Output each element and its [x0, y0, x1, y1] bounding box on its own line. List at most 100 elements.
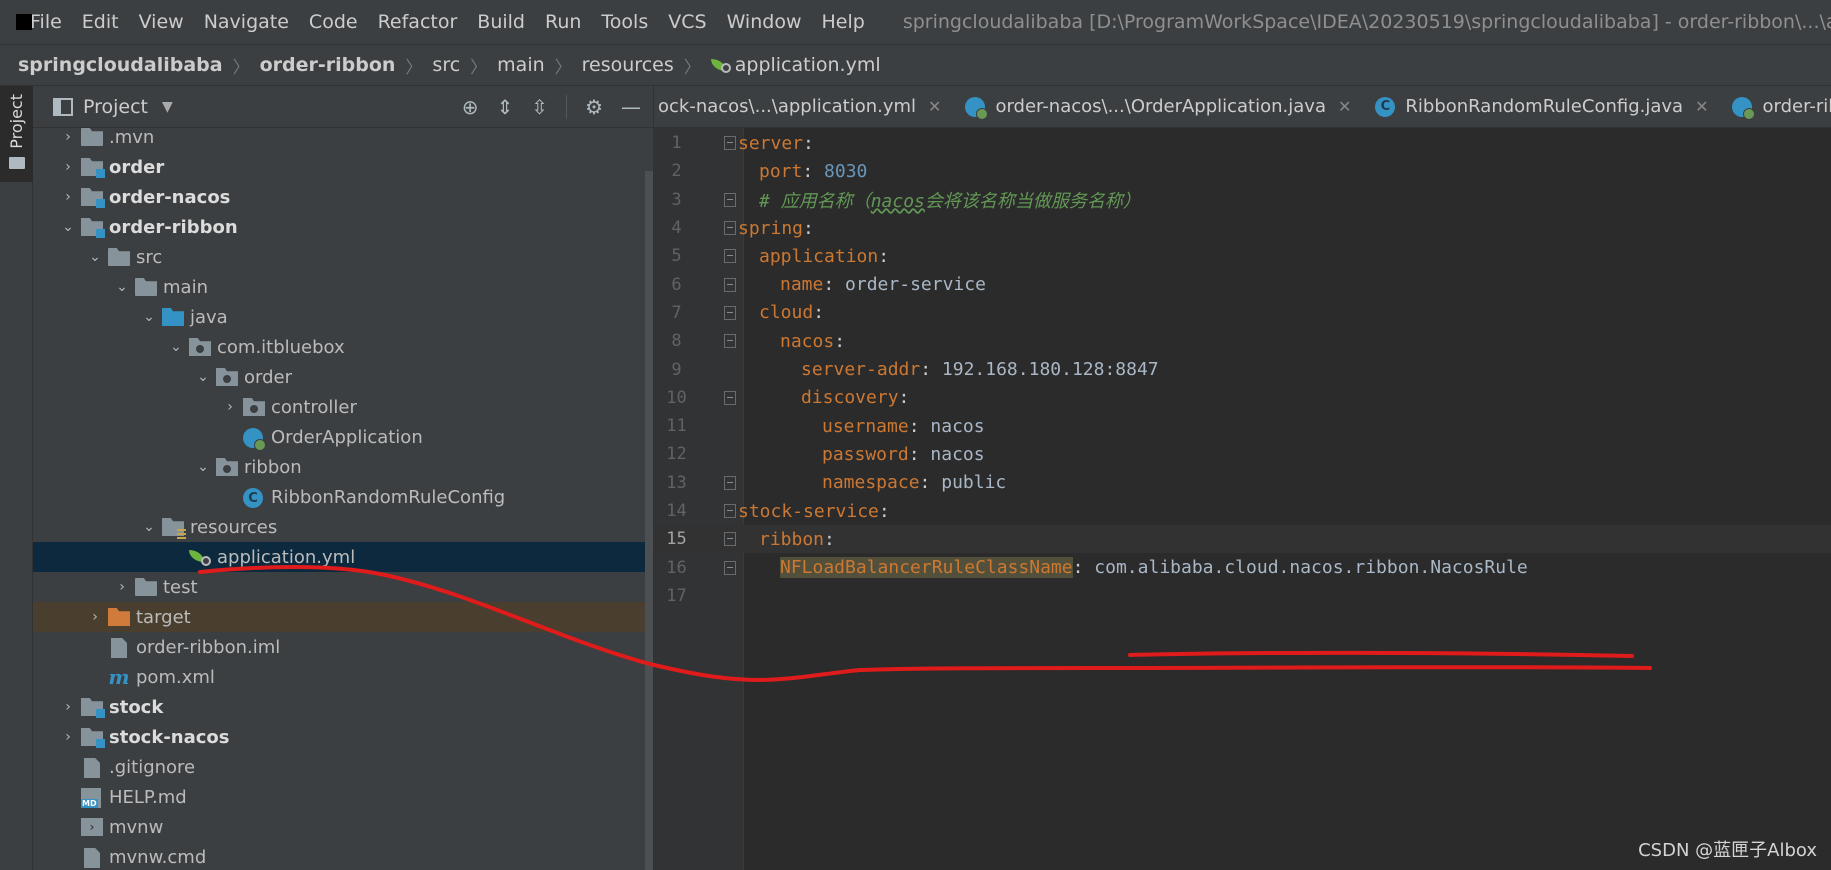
chevron-down-icon[interactable]: ⌄: [190, 459, 216, 475]
editor-tab[interactable]: C RibbonRandomRuleConfig.java ✕: [1363, 86, 1720, 127]
fold-marker-icon[interactable]: [724, 390, 736, 405]
menu-build[interactable]: Build: [467, 11, 535, 33]
tree-item[interactable]: › stock: [33, 692, 653, 722]
chevron-right-icon[interactable]: ›: [82, 609, 108, 625]
close-tab-icon[interactable]: ✕: [928, 97, 941, 116]
chevron-down-icon[interactable]: ⌄: [109, 279, 135, 295]
chevron-right-icon[interactable]: ›: [55, 159, 81, 175]
tree-item[interactable]: › order-nacos: [33, 182, 653, 212]
close-tab-icon[interactable]: ✕: [1695, 97, 1708, 116]
tree-item[interactable]: ⌄ java: [33, 302, 653, 332]
tree-item[interactable]: C RibbonRandomRuleConfig: [33, 482, 653, 512]
menu-help[interactable]: Help: [811, 11, 874, 33]
tree-item[interactable]: › mvnw: [33, 812, 653, 842]
editor-tab[interactable]: order-ribbon: [1720, 86, 1831, 127]
fold-marker-icon[interactable]: [724, 221, 736, 236]
fold-marker-icon[interactable]: [724, 560, 736, 575]
breadcrumb-src[interactable]: src: [432, 54, 460, 76]
tree-item[interactable]: .gitignore: [33, 752, 653, 782]
chevron-down-icon[interactable]: ⌄: [136, 519, 162, 535]
chevron-down-icon[interactable]: ⌄: [82, 249, 108, 265]
expand-all-icon[interactable]: ⇕: [497, 95, 514, 119]
chevron-right-icon[interactable]: ›: [55, 699, 81, 715]
editor-tab[interactable]: ock-nacos\...\application.yml ✕: [654, 86, 953, 127]
menu-vcs[interactable]: VCS: [658, 11, 716, 33]
code-line[interactable]: 9 server-addr: 192.168.180.128:8847: [654, 355, 1831, 383]
chevron-right-icon[interactable]: ›: [55, 129, 81, 145]
code-line[interactable]: 1 server:: [654, 129, 1831, 157]
tree-item[interactable]: › stock-nacos: [33, 722, 653, 752]
code-line[interactable]: 5 application:: [654, 242, 1831, 270]
chevron-right-icon[interactable]: ›: [55, 729, 81, 745]
tree-item[interactable]: m pom.xml: [33, 662, 653, 692]
locate-file-icon[interactable]: ⊕: [462, 95, 479, 119]
editor-tab[interactable]: order-nacos\...\OrderApplication.java ✕: [953, 86, 1363, 127]
fold-marker-icon[interactable]: [724, 249, 736, 264]
menu-view[interactable]: View: [129, 11, 194, 33]
code-area[interactable]: 1 server: 2 port: 8030 3 # 应用名称（nacos会将该名称当做服…: [654, 128, 1831, 870]
fold-marker-icon[interactable]: [724, 277, 736, 292]
code-line[interactable]: 2 port: 8030: [654, 157, 1831, 185]
gear-icon[interactable]: ⚙: [585, 95, 603, 119]
breadcrumb-project[interactable]: springcloudalibaba: [18, 54, 223, 76]
chevron-down-icon[interactable]: ⌄: [190, 369, 216, 385]
chevron-down-icon[interactable]: ⌄: [55, 219, 81, 235]
code-line[interactable]: 3 # 应用名称（nacos会将该名称当做服务名称）: [654, 186, 1831, 214]
code-line[interactable]: 13 namespace: public: [654, 469, 1831, 497]
code-line[interactable]: 16 NFLoadBalancerRuleClassName: com.aliba…: [654, 554, 1831, 582]
tree-item[interactable]: application.yml: [33, 542, 653, 572]
tree-item[interactable]: order-ribbon.iml: [33, 632, 653, 662]
tree-item[interactable]: ⌄ src: [33, 242, 653, 272]
breadcrumb-main[interactable]: main: [497, 54, 544, 76]
chevron-right-icon[interactable]: ›: [55, 189, 81, 205]
tree-item[interactable]: ⌄ resources: [33, 512, 653, 542]
tree-item[interactable]: ⌄ ribbon: [33, 452, 653, 482]
code-line[interactable]: 4 spring:: [654, 214, 1831, 242]
code-line[interactable]: 10 discovery:: [654, 384, 1831, 412]
tree-item[interactable]: ⌄ main: [33, 272, 653, 302]
fold-marker-icon[interactable]: [724, 532, 736, 547]
tree-item[interactable]: ⌄ order-ribbon: [33, 212, 653, 242]
code-line[interactable]: 17: [654, 582, 1831, 610]
tree-item[interactable]: › target: [33, 602, 653, 632]
chevron-down-icon[interactable]: ⌄: [163, 339, 189, 355]
fold-marker-icon[interactable]: [724, 136, 736, 151]
chevron-down-icon[interactable]: ▼: [162, 99, 173, 115]
code-line[interactable]: 12 password: nacos: [654, 440, 1831, 468]
menu-run[interactable]: Run: [535, 11, 591, 33]
project-view-selector[interactable]: Project: [83, 96, 148, 118]
menu-window[interactable]: Window: [717, 11, 812, 33]
project-tool-tab[interactable]: Project: [0, 86, 33, 182]
tree-item[interactable]: › controller: [33, 392, 653, 422]
hide-panel-icon[interactable]: —: [621, 95, 641, 119]
fold-marker-icon[interactable]: [724, 475, 736, 490]
chevron-right-icon[interactable]: ›: [217, 399, 243, 415]
fold-marker-icon[interactable]: [724, 504, 736, 519]
breadcrumb-module[interactable]: order-ribbon: [260, 54, 396, 76]
close-tab-icon[interactable]: ✕: [1338, 97, 1351, 116]
tree-item[interactable]: › test: [33, 572, 653, 602]
code-line[interactable]: 7 cloud:: [654, 299, 1831, 327]
project-tree-scrollbar[interactable]: [645, 171, 653, 870]
chevron-right-icon[interactable]: ›: [109, 579, 135, 595]
menu-edit[interactable]: Edit: [72, 11, 129, 33]
menu-navigate[interactable]: Navigate: [194, 11, 299, 33]
collapse-all-icon[interactable]: ⇳: [531, 95, 548, 119]
breadcrumb-file[interactable]: application.yml: [735, 54, 881, 76]
tree-item[interactable]: ⌄ order: [33, 362, 653, 392]
code-line[interactable]: 6 name: order-service: [654, 271, 1831, 299]
code-line[interactable]: 8 nacos:: [654, 327, 1831, 355]
tree-item[interactable]: › order: [33, 152, 653, 182]
tree-item[interactable]: › .mvn: [33, 128, 653, 152]
fold-marker-icon[interactable]: [724, 192, 736, 207]
breadcrumb-resources[interactable]: resources: [582, 54, 674, 76]
menu-refactor[interactable]: Refactor: [368, 11, 468, 33]
code-line[interactable]: 15 ribbon:: [654, 525, 1831, 554]
code-line[interactable]: 14 stock-service:: [654, 497, 1831, 525]
fold-marker-icon[interactable]: [724, 334, 736, 349]
code-line[interactable]: 11 username: nacos: [654, 412, 1831, 440]
tree-item[interactable]: mvnw.cmd: [33, 842, 653, 870]
fold-marker-icon[interactable]: [724, 305, 736, 320]
tree-item[interactable]: MD HELP.md: [33, 782, 653, 812]
menu-tools[interactable]: Tools: [591, 11, 658, 33]
